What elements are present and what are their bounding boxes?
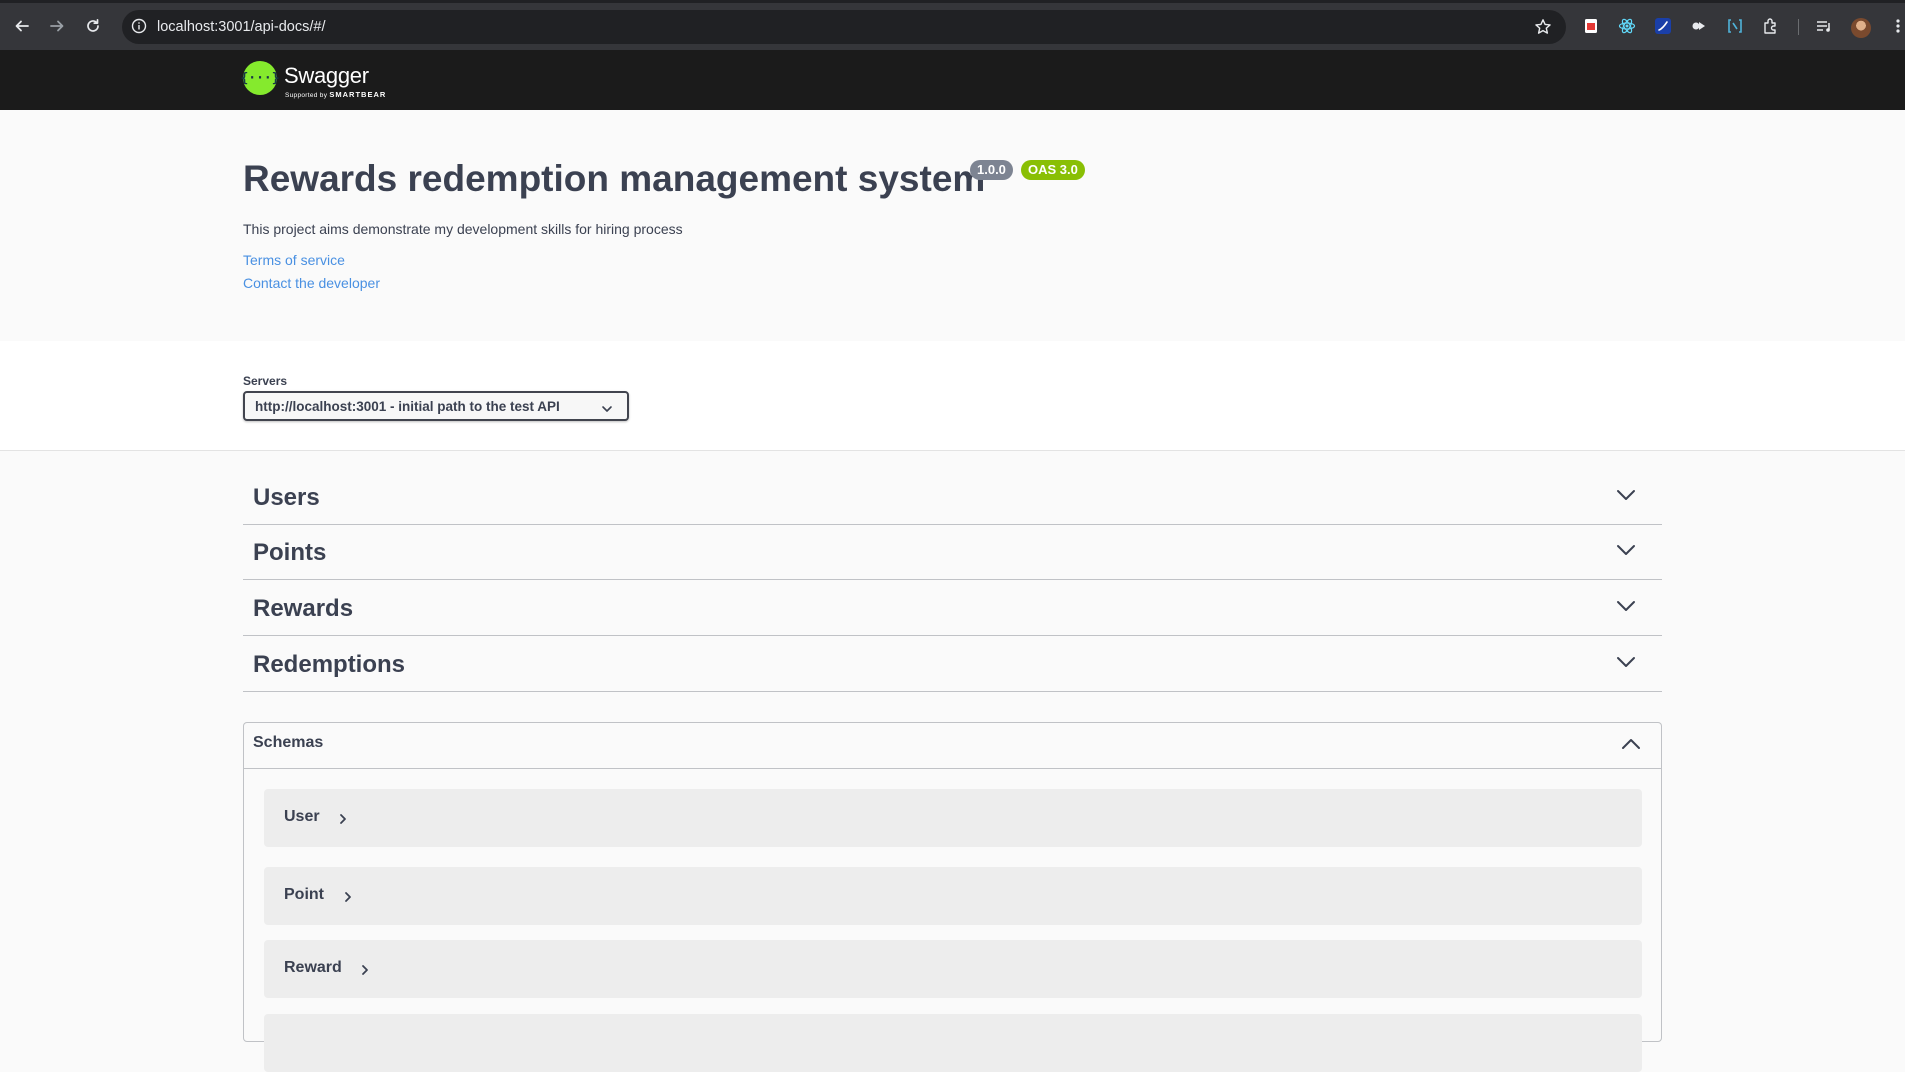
tag-name[interactable]: Redemptions <box>253 651 405 679</box>
swagger-supported-by: Supported by SMARTBEAR <box>285 90 386 99</box>
react-devtools-icon[interactable] <box>1618 17 1636 35</box>
pdf-extension-icon[interactable] <box>1582 17 1600 35</box>
chevron-down-icon[interactable] <box>1616 543 1636 562</box>
reload-icon <box>87 18 99 32</box>
back-button[interactable] <box>9 13 35 39</box>
tag-name[interactable]: Rewards <box>253 595 353 623</box>
schema-model-point[interactable]: Point <box>264 867 1642 925</box>
servers-section: Servers http://localhost:3001 - initial … <box>0 341 1905 451</box>
chevron-down-icon[interactable] <box>1616 488 1636 507</box>
server-select-value[interactable]: http://localhost:3001 - initial path to … <box>255 399 560 414</box>
chevron-down-icon[interactable] <box>1616 599 1636 618</box>
chevron-up-icon[interactable] <box>1621 737 1641 756</box>
smartbear-brand: SMARTBEAR <box>329 90 387 99</box>
puzzle-piece-extension-icon[interactable] <box>1690 17 1708 35</box>
schemas-title[interactable]: Schemas <box>253 734 323 752</box>
profile-avatar[interactable] <box>1851 18 1871 38</box>
bookmark-star-icon[interactable] <box>1534 18 1552 41</box>
tag-section-redemptions[interactable]: Redemptions <box>243 637 1662 692</box>
oas-badge: OAS 3.0 <box>1021 160 1085 180</box>
server-select[interactable]: http://localhost:3001 - initial path to … <box>243 391 629 421</box>
media-controls-icon[interactable] <box>1815 17 1833 35</box>
tag-name[interactable]: Users <box>253 484 320 512</box>
extensions-icon[interactable] <box>1762 17 1780 35</box>
browser-toolbar: localhost:3001/api-docs/#/ <box>0 0 1905 50</box>
contact-developer-link[interactable]: Contact the developer <box>243 275 380 291</box>
chevron-down-icon <box>601 401 613 419</box>
address-bar[interactable]: localhost:3001/api-docs/#/ <box>122 10 1566 44</box>
schema-model-reward[interactable]: Reward <box>264 940 1642 998</box>
api-description: This project aims demonstrate my develop… <box>243 221 683 237</box>
version-badge: 1.0.0 <box>970 160 1013 180</box>
tag-name[interactable]: Points <box>253 539 326 567</box>
swagger-logo-text[interactable]: Swagger <box>284 63 369 89</box>
servers-label: Servers <box>243 374 288 388</box>
forward-button[interactable] <box>44 13 70 39</box>
schema-model-partial[interactable] <box>264 1014 1642 1072</box>
chevron-right-icon[interactable] <box>338 812 348 830</box>
model-name[interactable]: Point <box>284 886 324 904</box>
chevron-down-icon[interactable] <box>1616 655 1636 674</box>
info-icon[interactable] <box>130 17 148 40</box>
tag-section-users[interactable]: Users <box>243 470 1662 525</box>
arrow-left-icon <box>15 20 29 32</box>
swagger-topbar: {···} Swagger Supported by SMARTBEAR <box>0 50 1905 110</box>
url-text[interactable]: localhost:3001/api-docs/#/ <box>157 19 325 35</box>
schemas-section: Schemas User Point Reward <box>243 722 1662 1072</box>
swagger-logo-icon[interactable]: {···} <box>240 61 280 95</box>
page-title: Rewards redemption management system <box>243 158 986 199</box>
reload-button[interactable] <box>80 13 106 39</box>
bracket-extension-icon[interactable] <box>1726 17 1744 35</box>
schemas-header[interactable]: Schemas <box>244 723 1661 769</box>
toolbar-separator <box>1798 19 1799 35</box>
chevron-right-icon[interactable] <box>343 890 353 908</box>
pen-extension-icon[interactable] <box>1654 17 1672 35</box>
terms-of-service-link[interactable]: Terms of service <box>243 252 345 268</box>
supported-by-text: Supported by <box>285 92 328 99</box>
schema-model-user[interactable]: User <box>264 789 1642 847</box>
tag-section-points[interactable]: Points <box>243 525 1662 580</box>
tag-section-rewards[interactable]: Rewards <box>243 581 1662 636</box>
chevron-right-icon[interactable] <box>360 963 370 981</box>
model-name[interactable]: Reward <box>284 959 342 977</box>
model-name[interactable]: User <box>284 808 320 826</box>
api-info: Rewards redemption management system 1.0… <box>0 110 1905 341</box>
browser-menu-icon[interactable] <box>1889 17 1905 35</box>
arrow-right-icon <box>50 20 64 32</box>
